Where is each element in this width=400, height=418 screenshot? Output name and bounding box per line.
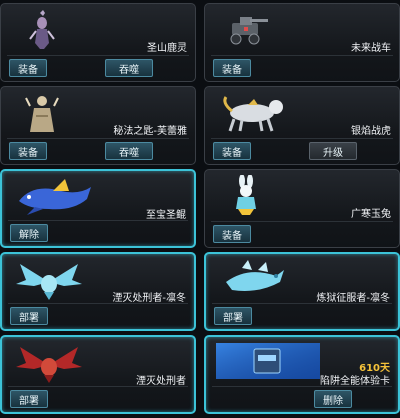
- divider: [211, 138, 393, 139]
- jade-rabbit-icon: [213, 175, 279, 216]
- divider: [8, 220, 188, 221]
- item-card-moon-jade-rabbit[interactable]: 广寒玉兔 装备: [204, 169, 400, 248]
- item-card-arcane-key-freya[interactable]: 秘法之匙-芙蕾雅 装备 吞噬: [0, 86, 196, 165]
- equip-button[interactable]: 装备: [213, 225, 251, 243]
- fire-dragon-icon: [10, 343, 88, 383]
- item-card-annihilation-executioner[interactable]: 湮灭处刑者 部署: [0, 335, 196, 414]
- divider: [212, 386, 392, 387]
- item-name: 湮灭处刑者-凛冬: [112, 293, 186, 304]
- divider: [211, 55, 393, 56]
- divider: [8, 303, 188, 304]
- item-name: 未来战车: [351, 43, 391, 54]
- devour-button[interactable]: 吞噬: [105, 142, 153, 160]
- item-card-annihilation-executioner-winter[interactable]: 湮灭处刑者-凛冬 部署: [0, 252, 196, 331]
- trap-card-icon: [214, 341, 322, 381]
- deploy-button[interactable]: 部署: [10, 390, 48, 408]
- deer-spirit-icon: [9, 10, 75, 50]
- item-card-deer-spirit[interactable]: 圣山鹿灵 装备 吞噬: [0, 3, 196, 82]
- divider: [8, 386, 188, 387]
- ice-dragon-icon: [10, 260, 88, 300]
- item-card-trap-trial-card[interactable]: 610天 陷阱全能体验卡 删除: [204, 335, 400, 414]
- item-grid: 圣山鹿灵 装备 吞噬 未来战车 装备 秘法之匙-芙蕾雅 装备 吞噬 银焰战虎 装…: [0, 0, 400, 418]
- item-name: 陷阱全能体验卡: [320, 376, 390, 387]
- item-name: 银焰战虎: [351, 126, 391, 137]
- sacred-whale-icon: [10, 177, 100, 217]
- item-card-future-chariot[interactable]: 未来战车 装备: [204, 3, 400, 82]
- upgrade-button[interactable]: 升级: [309, 142, 357, 160]
- item-name: 湮灭处刑者: [136, 376, 186, 387]
- item-card-sacred-kun[interactable]: 至宝圣鲲 解除: [0, 169, 196, 248]
- divider: [212, 303, 392, 304]
- sorceress-icon: [9, 93, 75, 133]
- item-name: 秘法之匙-芙蕾雅: [113, 126, 187, 137]
- equip-button[interactable]: 装备: [213, 59, 251, 77]
- item-name: 至宝圣鲲: [146, 210, 186, 221]
- equip-button[interactable]: 装备: [9, 142, 47, 160]
- item-name: 圣山鹿灵: [147, 43, 187, 54]
- silver-tiger-icon: [213, 93, 293, 133]
- mech-tank-icon: [213, 10, 279, 50]
- item-name: 广寒玉兔: [351, 209, 391, 220]
- item-card-purgatory-conqueror-winter[interactable]: 炼狱征服者-凛冬 部署: [204, 252, 400, 331]
- deploy-button[interactable]: 部署: [10, 307, 48, 325]
- unequip-button[interactable]: 解除: [10, 224, 48, 242]
- deploy-button[interactable]: 部署: [214, 307, 252, 325]
- divider: [7, 138, 189, 139]
- item-name: 炼狱征服者-凛冬: [316, 293, 390, 304]
- equip-button[interactable]: 装备: [213, 142, 251, 160]
- item-card-silver-flame-tiger[interactable]: 银焰战虎 装备 升级: [204, 86, 400, 165]
- equip-button[interactable]: 装备: [9, 59, 47, 77]
- divider: [7, 55, 189, 56]
- delete-button[interactable]: 删除: [314, 390, 352, 408]
- ice-beast-icon: [214, 260, 292, 300]
- divider: [211, 221, 393, 222]
- devour-button[interactable]: 吞噬: [105, 59, 153, 77]
